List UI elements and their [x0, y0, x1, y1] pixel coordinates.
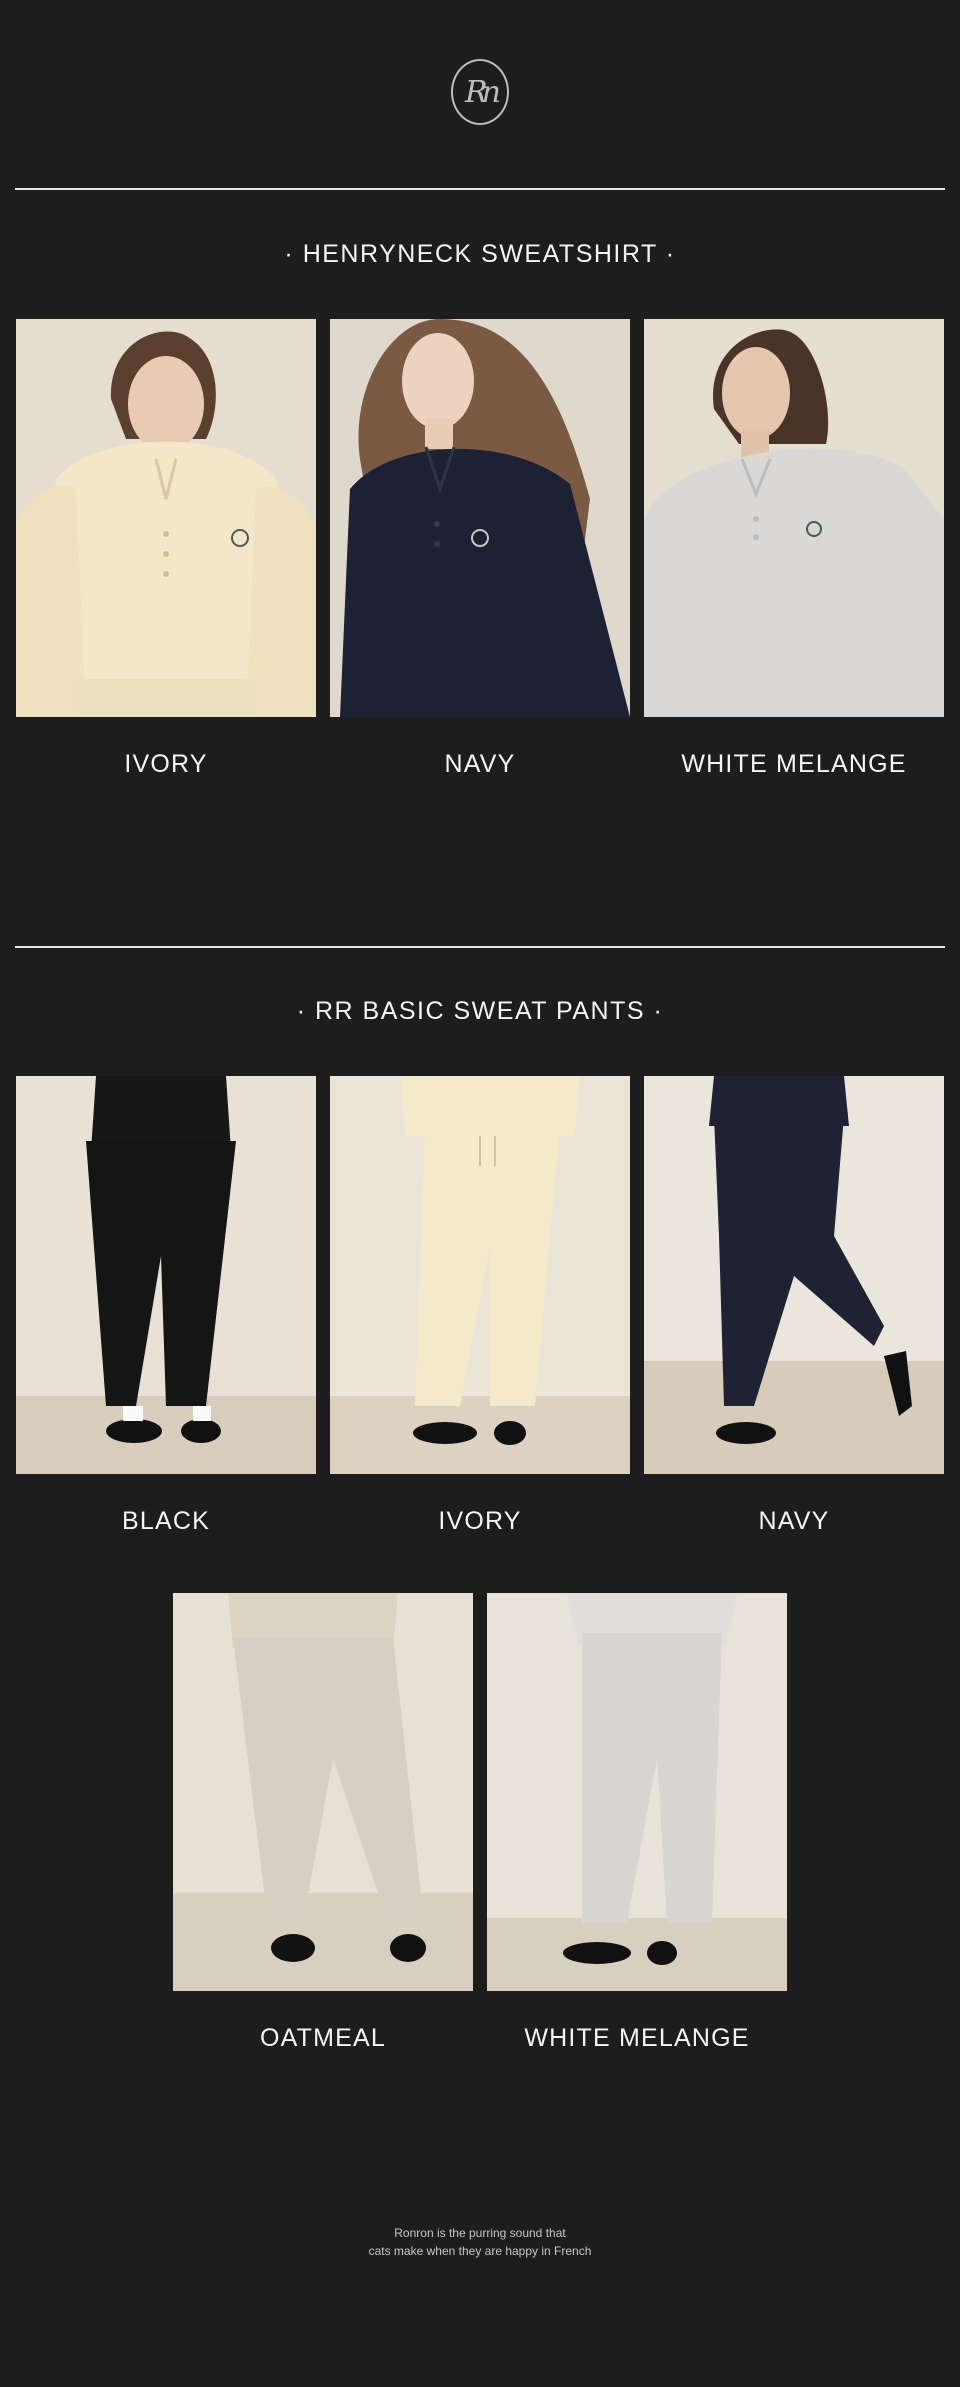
- product-image-sweatshirt-white-melange[interactable]: [644, 319, 944, 717]
- footer-line: Ronron is the purring sound that: [394, 2226, 566, 2240]
- section-title-sweat-pants: · RR BASIC SWEAT PANTS ·: [296, 997, 664, 1025]
- swatch-label: NAVY: [444, 750, 516, 778]
- logo-text: Rn: [465, 74, 501, 110]
- footer-text: Ronron is the purring sound that cats ma…: [0, 2224, 960, 2260]
- swatch-label: OATMEAL: [259, 2024, 386, 2052]
- brand-header: Rn: [0, 52, 960, 132]
- swatch-label: IVORY: [124, 750, 208, 778]
- product-image-pants-black[interactable]: [16, 1076, 316, 1474]
- section-divider: [15, 188, 945, 190]
- footer-line: cats make when they are happy in French: [368, 2244, 592, 2258]
- product-image-pants-white-melange[interactable]: [487, 1593, 787, 1991]
- swatch-label: NAVY: [758, 1507, 830, 1535]
- swatch-label: IVORY: [438, 1507, 522, 1535]
- product-image-pants-oatmeal[interactable]: [173, 1593, 473, 1991]
- section-divider: [15, 946, 945, 948]
- section-title-sweatshirt: · HENRYNECK SWEATSHIRT ·: [284, 240, 676, 268]
- product-image-pants-navy[interactable]: [644, 1076, 944, 1474]
- swatch-label: BLACK: [122, 1507, 210, 1535]
- swatch-label: WHITE MELANGE: [681, 750, 907, 778]
- product-image-pants-ivory[interactable]: [330, 1076, 630, 1474]
- product-image-sweatshirt-navy[interactable]: [330, 319, 630, 717]
- ronron-monogram-icon[interactable]: Rn: [451, 59, 509, 125]
- swatch-label: WHITE MELANGE: [524, 2024, 750, 2052]
- product-image-sweatshirt-ivory[interactable]: [16, 319, 316, 717]
